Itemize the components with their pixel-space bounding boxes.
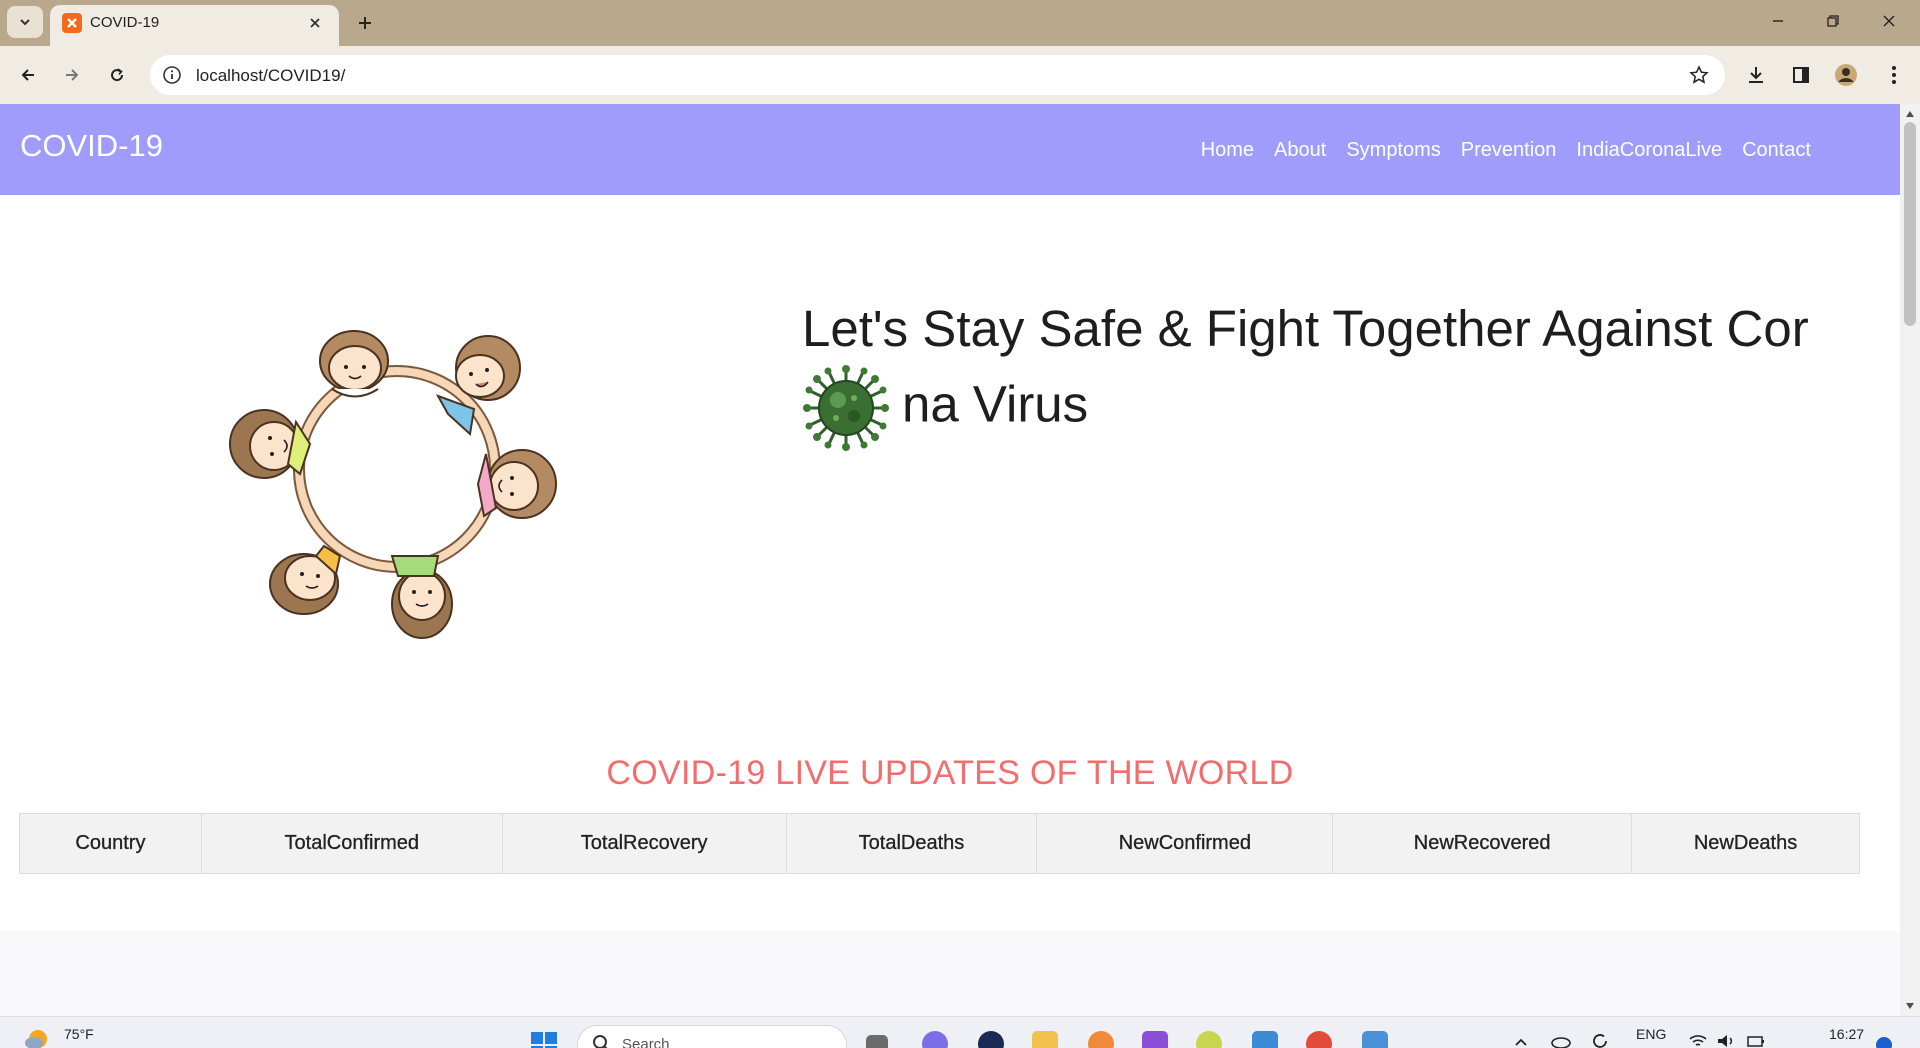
volume-icon[interactable] (1716, 1033, 1736, 1048)
chevron-up-icon[interactable] (1514, 1037, 1528, 1047)
column-header-total-recovery: TotalRecovery (501, 813, 787, 874)
children-circle-illustration (229, 330, 557, 639)
wifi-icon[interactable] (1688, 1033, 1708, 1048)
avatar-icon (1835, 64, 1857, 86)
scrollbar-thumb[interactable] (1904, 122, 1916, 326)
browser-toolbar: localhost/COVID19/ (0, 46, 1920, 104)
minimize-icon (1773, 20, 1783, 22)
hero-line-1: Let's Stay Safe & Fight Together Against… (802, 300, 1809, 357)
search-icon (593, 1035, 608, 1048)
nav-links: Home About Symptoms Prevention IndiaCoro… (1201, 139, 1811, 162)
sync-icon[interactable] (1590, 1031, 1610, 1048)
hero-line-2: na Virus (902, 375, 1089, 433)
firefox-icon[interactable] (1088, 1031, 1114, 1048)
page-section-bottom (0, 931, 1900, 1016)
app-icon-window[interactable] (1362, 1031, 1388, 1048)
input-language[interactable]: ENG (1636, 1026, 1666, 1042)
site-brand[interactable]: COVID-19 (20, 128, 163, 164)
kebab-menu-icon (1892, 66, 1896, 84)
downloads-button[interactable] (1740, 59, 1772, 91)
new-tab-button[interactable] (350, 8, 380, 38)
tab-search-button[interactable] (7, 6, 43, 38)
teams-chat-icon[interactable] (922, 1031, 948, 1048)
site-navbar: COVID-19 Home About Symptoms Prevention … (0, 104, 1900, 195)
nav-symptoms[interactable]: Symptoms (1346, 139, 1440, 162)
bookmark-star-icon[interactable] (1687, 63, 1711, 87)
nav-contact[interactable]: Contact (1742, 139, 1811, 162)
hero-heading: Let's Stay Safe & Fight Together Against… (802, 294, 1882, 452)
column-header-total-deaths: TotalDeaths (785, 813, 1038, 874)
column-header-new-confirmed: NewConfirmed (1036, 813, 1334, 874)
windows-start-icon[interactable] (530, 1031, 558, 1048)
reload-icon (111, 68, 124, 82)
scroll-down-arrow-icon[interactable] (1900, 998, 1920, 1014)
weather-sun-cloud-icon[interactable] (24, 1023, 52, 1048)
nav-prevention[interactable]: Prevention (1461, 139, 1557, 162)
chrome-icon[interactable] (1306, 1031, 1332, 1048)
side-panel-icon (1793, 67, 1809, 83)
column-header-country: Country (19, 813, 202, 874)
table-header-row: Country TotalConfirmed TotalRecovery Tot… (19, 813, 1860, 874)
scroll-up-arrow-icon[interactable] (1900, 106, 1920, 122)
notification-badge[interactable] (1876, 1037, 1892, 1048)
minimize-button[interactable] (1756, 6, 1800, 36)
browser-tabstrip: COVID-19 (0, 0, 1920, 46)
chevron-down-icon (20, 19, 30, 26)
close-window-button[interactable] (1867, 6, 1911, 36)
plus-icon (359, 17, 371, 29)
forward-arrow-icon (66, 69, 79, 81)
restore-icon (1827, 15, 1839, 27)
app-icon-dark[interactable] (978, 1031, 1004, 1048)
address-bar[interactable]: localhost/COVID19/ (150, 55, 1725, 95)
profile-button[interactable] (1830, 59, 1862, 91)
visual-studio-icon[interactable] (1142, 1031, 1168, 1048)
live-updates-table: Country TotalConfirmed TotalRecovery Tot… (19, 813, 1860, 874)
download-icon (1749, 67, 1763, 83)
taskbar-search[interactable]: Search (577, 1025, 847, 1048)
clock-time[interactable]: 16:27 (1829, 1026, 1864, 1042)
site-info-icon[interactable] (160, 63, 184, 87)
forward-button[interactable] (56, 59, 88, 91)
app-icon-blue[interactable] (1252, 1031, 1278, 1048)
column-header-new-deaths: NewDeaths (1631, 813, 1860, 874)
browser-tab[interactable]: COVID-19 (50, 5, 339, 46)
close-icon (1883, 15, 1895, 27)
url-text[interactable]: localhost/COVID19/ (196, 66, 345, 86)
back-arrow-icon (21, 69, 34, 81)
nav-about[interactable]: About (1274, 139, 1326, 162)
back-button[interactable] (12, 59, 44, 91)
page-viewport: COVID-19 Home About Symptoms Prevention … (0, 104, 1900, 1016)
task-view-icon[interactable] (866, 1035, 888, 1048)
cloud-icon[interactable] (1550, 1033, 1572, 1048)
reload-button[interactable] (101, 59, 133, 91)
column-header-new-recovered: NewRecovered (1332, 813, 1633, 874)
nav-home[interactable]: Home (1201, 139, 1254, 162)
live-updates-title: COVID-19 LIVE UPDATES OF THE WORLD (606, 754, 1294, 792)
file-explorer-icon[interactable] (1032, 1031, 1058, 1048)
tab-title: COVID-19 (90, 14, 160, 31)
restore-button[interactable] (1811, 6, 1855, 36)
xampp-favicon-icon (62, 13, 82, 33)
column-header-total-confirmed: TotalConfirmed (200, 813, 503, 874)
windows-taskbar: 75°F Search ENG 16:27 (0, 1016, 1920, 1048)
tab-close-icon[interactable] (303, 11, 327, 35)
weather-temperature[interactable]: 75°F (64, 1026, 94, 1042)
taskbar-search-placeholder: Search (622, 1036, 670, 1048)
page-scrollbar[interactable] (1900, 104, 1920, 1016)
browser-menu-button[interactable] (1878, 59, 1910, 91)
coronavirus-icon (803, 365, 889, 451)
nav-india-corona-live[interactable]: IndiaCoronaLive (1576, 139, 1722, 162)
app-icon-green[interactable] (1196, 1031, 1222, 1048)
battery-icon[interactable] (1746, 1033, 1766, 1048)
side-panel-button[interactable] (1785, 59, 1817, 91)
